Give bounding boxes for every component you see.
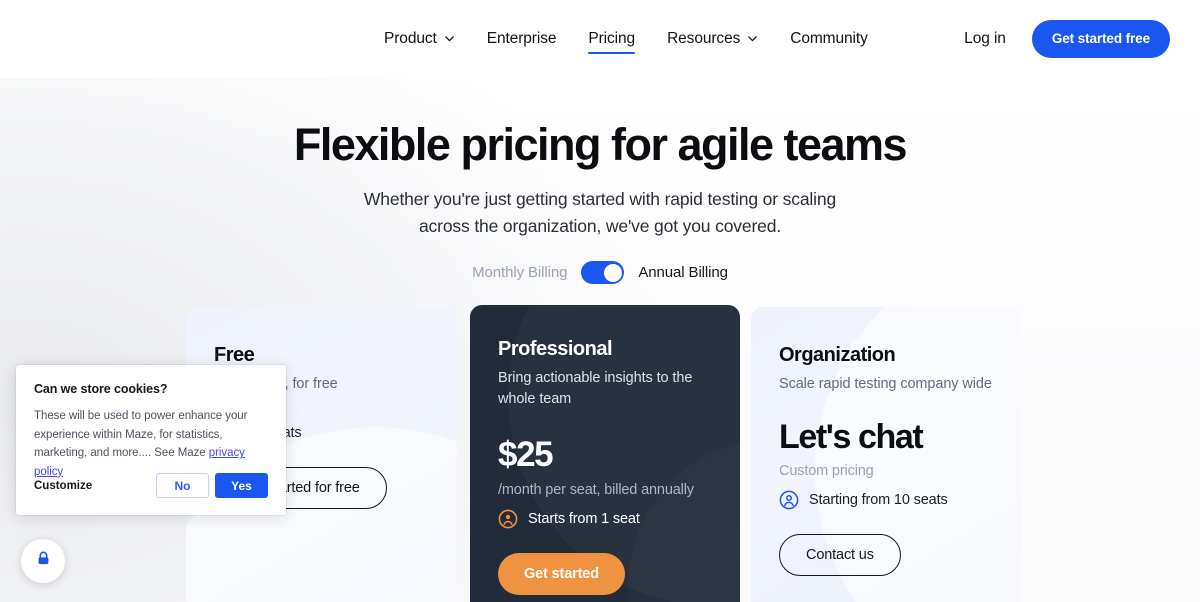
nav-item-pricing[interactable]: Pricing — [572, 0, 651, 78]
person-circle-icon — [498, 509, 518, 529]
plan-name: Professional — [498, 337, 712, 361]
login-link[interactable]: Log in — [964, 30, 1006, 48]
contact-us-button[interactable]: Contact us — [779, 534, 901, 576]
nav-item-label: Product — [384, 30, 437, 48]
nav-item-community[interactable]: Community — [774, 0, 883, 78]
annual-billing-label[interactable]: Annual Billing — [638, 264, 728, 281]
plan-name: Free — [214, 343, 429, 367]
nav-item-label: Resources — [667, 30, 740, 48]
cookie-decline-button[interactable]: No — [156, 473, 209, 498]
cookie-accept-button[interactable]: Yes — [215, 473, 268, 498]
customize-cookies-link[interactable]: Customize — [34, 480, 92, 492]
nav-item-enterprise[interactable]: Enterprise — [471, 0, 573, 78]
plan-name: Organization — [779, 343, 994, 367]
active-tab-underline — [588, 52, 635, 54]
plan-description: Bring actionable insights to the whole t… — [498, 368, 712, 409]
page-subtitle: Whether you're just getting started with… — [0, 186, 1200, 239]
hero-section: Flexible pricing for agile teams Whether… — [0, 120, 1200, 240]
chevron-down-icon — [444, 33, 455, 44]
toggle-knob — [604, 264, 622, 282]
billing-toggle-group: Monthly Billing Annual Billing — [0, 261, 1200, 284]
plan-seats-row: Starting from 10 seats — [779, 490, 994, 510]
plan-seats-text: Starting from 10 seats — [809, 492, 948, 508]
privacy-settings-button[interactable] — [21, 539, 65, 583]
nav-item-resources[interactable]: Resources — [651, 0, 774, 78]
get-started-free-button[interactable]: Get started free — [1032, 20, 1170, 58]
get-started-button[interactable]: Get started — [498, 553, 625, 595]
plan-price-note: /month per seat, billed annually — [498, 482, 712, 498]
cookie-dialog-title: Can we store cookies? — [34, 382, 268, 396]
pricing-card-professional: Professional Bring actionable insights t… — [470, 305, 740, 602]
nav-actions-group: Log in Get started free — [964, 0, 1170, 78]
pricing-card-organization: Organization Scale rapid testing company… — [751, 307, 1022, 602]
chevron-down-icon — [747, 33, 758, 44]
lock-icon — [35, 550, 52, 572]
nav-item-label: Pricing — [588, 30, 635, 48]
plan-seats-text: Starts from 1 seat — [528, 511, 640, 527]
page-title: Flexible pricing for agile teams — [0, 120, 1200, 170]
plan-seats-row: Starts from 1 seat — [498, 509, 712, 529]
plan-description: Scale rapid testing company wide — [779, 374, 994, 395]
cookie-consent-dialog: Can we store cookies? These will be used… — [16, 365, 286, 515]
nav-item-label: Community — [790, 30, 867, 48]
subtitle-line-2: across the organization, we've got you c… — [0, 213, 1200, 240]
cookie-buttons-group: No Yes — [156, 473, 268, 498]
person-circle-icon — [779, 490, 799, 510]
nav-item-label: Enterprise — [487, 30, 557, 48]
subtitle-line-1: Whether you're just getting started with… — [0, 186, 1200, 213]
billing-toggle-switch[interactable] — [581, 261, 624, 284]
plan-price: $25 — [498, 437, 712, 474]
top-navigation-bar: Product Enterprise Pricing Resources Com… — [0, 0, 1200, 78]
nav-item-product[interactable]: Product — [384, 0, 471, 78]
pricing-page: Product Enterprise Pricing Resources Com… — [0, 0, 1200, 602]
nav-links-group: Product Enterprise Pricing Resources Com… — [384, 0, 884, 78]
cookie-dialog-body: These will be used to power enhance your… — [34, 407, 268, 482]
plan-price-note: Custom pricing — [779, 463, 994, 479]
cookie-dialog-actions: Customize No Yes — [34, 473, 268, 498]
monthly-billing-label[interactable]: Monthly Billing — [472, 264, 567, 281]
plan-price: Let's chat — [779, 420, 994, 456]
